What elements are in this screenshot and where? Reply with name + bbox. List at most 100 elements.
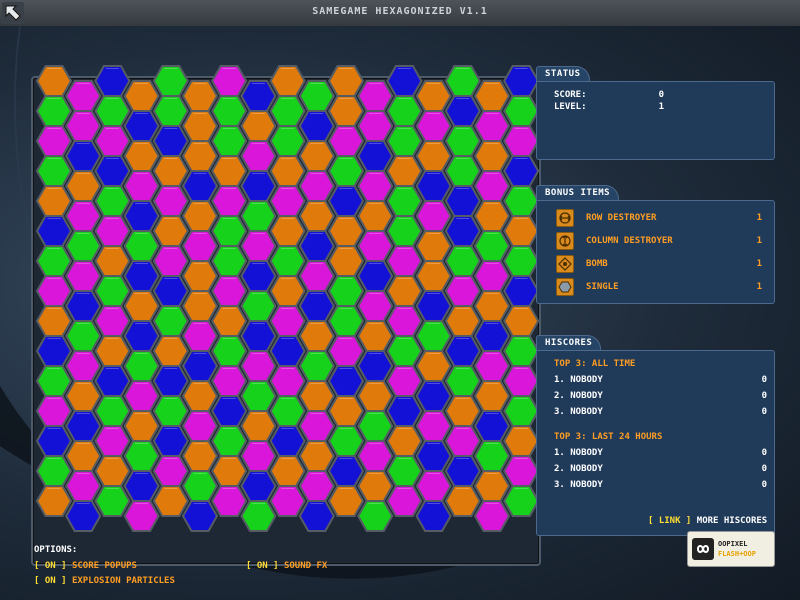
hex-cell-green[interactable] xyxy=(444,245,481,277)
hex-cell-orange[interactable] xyxy=(269,215,306,247)
hex-cell-green[interactable] xyxy=(240,290,277,322)
hex-cell-orange[interactable] xyxy=(473,380,511,412)
hex-cell-magenta[interactable] xyxy=(327,125,365,157)
hex-cell-orange[interactable] xyxy=(415,80,452,112)
hex-cell-orange[interactable] xyxy=(181,140,219,172)
hex-cell-orange[interactable] xyxy=(269,275,306,307)
hex-cell-magenta[interactable] xyxy=(35,275,73,307)
hex-cell-magenta[interactable] xyxy=(386,485,423,517)
hex-cell-blue[interactable] xyxy=(123,320,160,352)
hex-cell-green[interactable] xyxy=(357,500,394,532)
hex-cell-blue[interactable] xyxy=(415,380,452,412)
hex-cell-orange[interactable] xyxy=(269,455,306,487)
hex-cell-magenta[interactable] xyxy=(211,485,248,517)
option-score-popups[interactable]: [ ON ] SCORE POPUPS xyxy=(34,561,137,571)
hex-cell-green[interactable] xyxy=(152,305,189,337)
hex-cell-green[interactable] xyxy=(473,230,511,262)
hex-cell-orange[interactable] xyxy=(298,140,335,172)
hex-cell-green[interactable] xyxy=(211,215,248,247)
hex-cell-green[interactable] xyxy=(35,245,73,277)
hex-cell-green[interactable] xyxy=(269,95,306,127)
hex-cell-blue[interactable] xyxy=(240,80,277,112)
hex-cell-magenta[interactable] xyxy=(211,65,248,97)
hex-cell-blue[interactable] xyxy=(65,290,102,322)
hex-cell-magenta[interactable] xyxy=(240,350,277,382)
hex-cell-green[interactable] xyxy=(386,215,423,247)
hex-cell-magenta[interactable] xyxy=(444,275,481,307)
hex-cell-green[interactable] xyxy=(415,320,452,352)
hex-cell-magenta[interactable] xyxy=(386,365,423,397)
hex-cell-green[interactable] xyxy=(503,185,540,217)
hex-cell-magenta[interactable] xyxy=(181,320,219,352)
hex-cell-magenta[interactable] xyxy=(152,185,189,217)
bonus-column-destroyer-label[interactable]: COLUMN DESTROYER xyxy=(586,236,673,246)
hex-cell-green[interactable] xyxy=(94,485,131,517)
hex-cell-orange[interactable] xyxy=(152,155,189,187)
hex-cell-green[interactable] xyxy=(503,485,540,517)
hex-cell-magenta[interactable] xyxy=(94,305,131,337)
hex-cell-green[interactable] xyxy=(211,95,248,127)
hex-cell-magenta[interactable] xyxy=(181,230,219,262)
hex-cell-blue[interactable] xyxy=(123,200,160,232)
hex-cell-orange[interactable] xyxy=(211,455,248,487)
hex-cell-magenta[interactable] xyxy=(298,260,335,292)
option-sound-fx[interactable]: [ ON ] SOUND FX xyxy=(246,561,327,571)
hex-cell-orange[interactable] xyxy=(327,215,365,247)
hex-cell-blue[interactable] xyxy=(327,185,365,217)
hex-cell-green[interactable] xyxy=(503,335,540,367)
hex-cell-magenta[interactable] xyxy=(357,230,394,262)
single-icon[interactable] xyxy=(556,278,574,296)
hex-cell-orange[interactable] xyxy=(503,215,540,247)
hex-board[interactable] xyxy=(33,64,543,544)
hex-cell-green[interactable] xyxy=(503,245,540,277)
hex-cell-orange[interactable] xyxy=(65,440,102,472)
hex-cell-magenta[interactable] xyxy=(35,395,73,427)
hex-cell-magenta[interactable] xyxy=(181,410,219,442)
hex-cell-blue[interactable] xyxy=(357,350,394,382)
hex-cell-orange[interactable] xyxy=(211,305,248,337)
hex-cell-blue[interactable] xyxy=(444,95,481,127)
hex-cell-magenta[interactable] xyxy=(65,470,102,502)
hex-cell-orange[interactable] xyxy=(503,305,540,337)
hex-cell-green[interactable] xyxy=(444,365,481,397)
hex-cell-orange[interactable] xyxy=(327,395,365,427)
hex-cell-green[interactable] xyxy=(386,185,423,217)
hex-cell-green[interactable] xyxy=(444,155,481,187)
hex-cell-blue[interactable] xyxy=(181,170,219,202)
hex-cell-orange[interactable] xyxy=(181,380,219,412)
hex-cell-magenta[interactable] xyxy=(211,185,248,217)
hex-cell-magenta[interactable] xyxy=(473,500,511,532)
option-explosion-particles[interactable]: [ ON ] EXPLOSION PARTICLES xyxy=(34,576,175,586)
hex-cell-green[interactable] xyxy=(94,395,131,427)
hex-cell-blue[interactable] xyxy=(269,335,306,367)
hex-cell-blue[interactable] xyxy=(240,470,277,502)
hex-cell-blue[interactable] xyxy=(444,335,481,367)
hex-cell-blue[interactable] xyxy=(298,110,335,142)
hex-cell-green[interactable] xyxy=(240,500,277,532)
bonus-single-label[interactable]: SINGLE xyxy=(586,282,619,292)
hex-cell-green[interactable] xyxy=(503,95,540,127)
hex-cell-orange[interactable] xyxy=(298,200,335,232)
hex-cell-magenta[interactable] xyxy=(415,200,452,232)
hex-cell-orange[interactable] xyxy=(415,230,452,262)
hex-cell-orange[interactable] xyxy=(444,395,481,427)
hex-cell-magenta[interactable] xyxy=(298,410,335,442)
hex-cell-green[interactable] xyxy=(327,305,365,337)
bonus-row-destroyer-label[interactable]: ROW DESTROYER xyxy=(586,213,656,223)
hex-cell-blue[interactable] xyxy=(327,365,365,397)
hex-cell-blue[interactable] xyxy=(327,455,365,487)
hex-cell-green[interactable] xyxy=(240,200,277,232)
hex-cell-blue[interactable] xyxy=(357,140,394,172)
hex-cell-orange[interactable] xyxy=(327,65,365,97)
hex-cell-magenta[interactable] xyxy=(240,230,277,262)
sound-fx-toggle[interactable]: [ ON ] xyxy=(246,561,279,571)
hex-cell-orange[interactable] xyxy=(473,290,511,322)
hex-cell-green[interactable] xyxy=(444,65,481,97)
hex-cell-green[interactable] xyxy=(123,350,160,382)
hex-cell-magenta[interactable] xyxy=(415,110,452,142)
hex-cell-blue[interactable] xyxy=(152,425,189,457)
hex-cell-blue[interactable] xyxy=(65,500,102,532)
hex-cell-magenta[interactable] xyxy=(123,170,160,202)
hex-cell-orange[interactable] xyxy=(269,155,306,187)
hex-cell-orange[interactable] xyxy=(357,380,394,412)
